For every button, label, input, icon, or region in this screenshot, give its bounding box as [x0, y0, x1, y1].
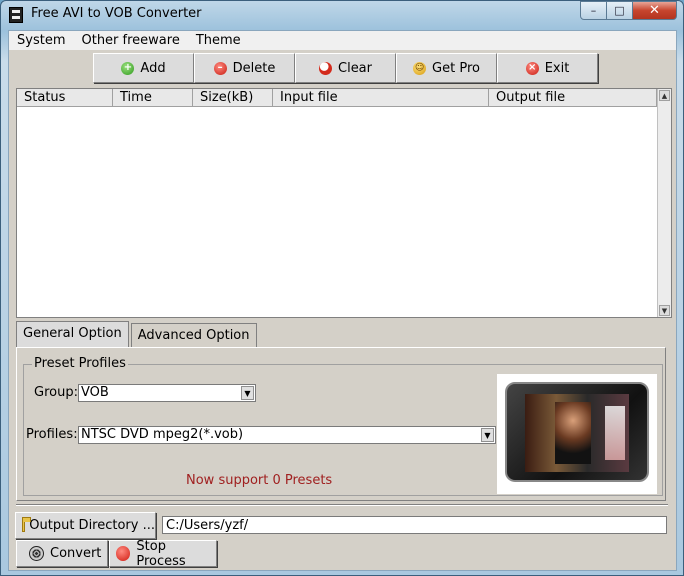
- profiles-select[interactable]: NTSC DVD mpeg2(*.vob) ▼: [78, 426, 496, 444]
- output-directory-label: Output Directory ...: [29, 518, 155, 533]
- file-list-header: Status Time Size(kB) Input file Output f…: [17, 89, 671, 107]
- caption-buttons: – □ ✕: [580, 1, 677, 20]
- delete-label: Delete: [232, 60, 276, 76]
- convert-label: Convert: [50, 546, 102, 561]
- tab-advanced-option[interactable]: Advanced Option: [130, 323, 257, 347]
- maximize-icon: □: [614, 4, 625, 17]
- tab-general-option[interactable]: General Option: [16, 321, 129, 347]
- stop-process-button[interactable]: Stop Process: [109, 538, 217, 569]
- delete-button[interactable]: – Delete: [194, 53, 295, 83]
- general-option-panel: Preset Profiles Group: VOB ▼ Profiles: N…: [16, 347, 666, 501]
- profiles-label: Profiles:: [26, 427, 78, 442]
- output-path-input[interactable]: [162, 516, 667, 534]
- device-image: [505, 382, 649, 482]
- folder-icon: [22, 516, 32, 532]
- file-list[interactable]: Status Time Size(kB) Input file Output f…: [16, 88, 672, 318]
- column-output-file[interactable]: Output file: [489, 89, 657, 107]
- get-pro-icon: ☺: [413, 61, 427, 75]
- column-size[interactable]: Size(kB): [193, 89, 273, 107]
- close-icon: ✕: [649, 3, 660, 18]
- output-directory-button[interactable]: Output Directory ...: [15, 512, 156, 539]
- maximize-button[interactable]: □: [607, 1, 633, 20]
- chevron-down-icon[interactable]: ▼: [241, 386, 254, 400]
- convert-button[interactable]: Convert: [16, 540, 108, 567]
- clear-icon: [319, 61, 332, 75]
- chevron-down-icon[interactable]: ▼: [481, 428, 494, 442]
- get-pro-label: Get Pro: [432, 60, 480, 76]
- column-status[interactable]: Status: [17, 89, 113, 107]
- window-title: Free AVI to VOB Converter: [31, 6, 202, 21]
- menu-other-freeware[interactable]: Other freeware: [73, 31, 187, 50]
- menubar: System Other freeware Theme: [9, 31, 676, 50]
- group-label: Group:: [34, 385, 78, 400]
- client-area: System Other freeware Theme + Add – Dele…: [8, 30, 677, 571]
- preset-profiles-title: Preset Profiles: [32, 356, 128, 371]
- add-icon: +: [121, 61, 135, 75]
- exit-label: Exit: [544, 60, 570, 76]
- menu-system[interactable]: System: [9, 31, 73, 50]
- exit-button[interactable]: × Exit: [497, 53, 598, 83]
- stop-icon: [116, 546, 131, 561]
- preset-support-text: Now support 0 Presets: [186, 473, 333, 488]
- column-input-file[interactable]: Input file: [273, 89, 489, 107]
- app-window: Free AVI to VOB Converter – □ ✕ System O…: [0, 0, 684, 576]
- divider: [16, 504, 668, 506]
- exit-icon: ×: [525, 61, 539, 75]
- delete-icon: –: [213, 61, 227, 75]
- toolbar: + Add – Delete Clear ☺ Get Pro × Exit: [93, 53, 598, 83]
- convert-icon: [29, 546, 44, 561]
- device-screen: [525, 394, 629, 472]
- clear-button[interactable]: Clear: [295, 53, 396, 83]
- stop-process-label: Stop Process: [136, 538, 186, 569]
- minimize-button[interactable]: –: [580, 1, 607, 20]
- profiles-select-value: NTSC DVD mpeg2(*.vob): [81, 427, 244, 442]
- menu-theme[interactable]: Theme: [188, 31, 249, 50]
- minimize-icon: –: [590, 4, 597, 17]
- add-button[interactable]: + Add: [93, 53, 194, 83]
- get-pro-button[interactable]: ☺ Get Pro: [396, 53, 497, 83]
- file-list-scrollbar[interactable]: ▲ ▼: [657, 89, 671, 317]
- app-icon: [9, 7, 23, 23]
- add-label: Add: [140, 60, 166, 76]
- clear-label: Clear: [338, 60, 372, 76]
- option-tabs: General Option Advanced Option: [16, 321, 259, 347]
- scroll-down-icon[interactable]: ▼: [659, 305, 670, 316]
- close-button[interactable]: ✕: [633, 1, 677, 20]
- titlebar: Free AVI to VOB Converter – □ ✕: [1, 1, 683, 29]
- group-select[interactable]: VOB ▼: [78, 384, 256, 402]
- scroll-up-icon[interactable]: ▲: [659, 90, 670, 101]
- group-select-value: VOB: [81, 385, 109, 400]
- column-time[interactable]: Time: [113, 89, 193, 107]
- bottom-bar: Output Directory ... Convert Stop Proces…: [9, 504, 676, 570]
- device-preview-image: [497, 374, 657, 494]
